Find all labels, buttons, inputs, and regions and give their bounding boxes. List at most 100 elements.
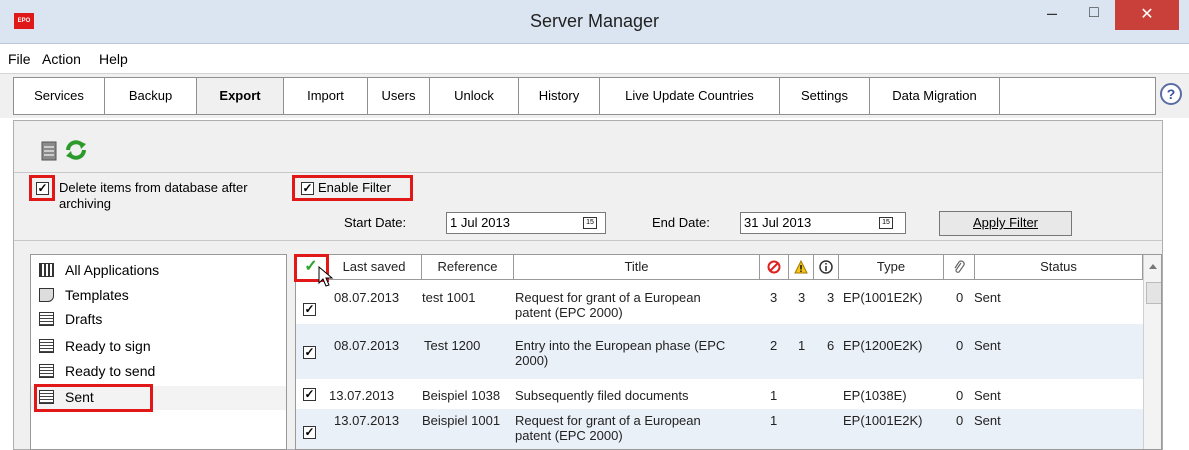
- status-cell: Sent: [974, 388, 1001, 403]
- table-row[interactable]: ✓ 08.07.2013 Test 1200 Entry into the Eu…: [296, 324, 1143, 379]
- title-cell: Request for grant of a European: [515, 290, 701, 305]
- database-icon[interactable]: [40, 140, 60, 162]
- errors-cell: 1: [770, 388, 778, 403]
- mouse-cursor: [318, 265, 334, 288]
- delete-items-checkbox[interactable]: ✓: [36, 182, 49, 195]
- apply-filter-button[interactable]: Apply Filter: [939, 211, 1072, 236]
- enable-filter-label: Enable Filter: [318, 180, 391, 195]
- type-cell: EP(1038E): [843, 388, 907, 403]
- attachments-header[interactable]: [944, 255, 975, 280]
- folder-label: Ready to send: [65, 363, 156, 379]
- tab-unlock[interactable]: Unlock: [430, 78, 519, 114]
- tab-import[interactable]: Import: [284, 78, 368, 114]
- tab-live-update-countries[interactable]: Live Update Countries: [600, 78, 780, 114]
- reference-cell: Test 1200: [424, 338, 481, 353]
- divider: [14, 172, 1162, 173]
- attachments-cell: 0: [956, 290, 964, 305]
- status-cell: Sent: [974, 413, 1001, 428]
- attachments-cell: 0: [956, 413, 964, 428]
- menu-bar: File Action Help: [0, 44, 1189, 74]
- table-row[interactable]: ✓ 13.07.2013 Beispiel 1038 Subsequently …: [296, 383, 1143, 409]
- tab-services[interactable]: Services: [14, 78, 105, 114]
- table-row[interactable]: ✓ 08.07.2013 test 1001 Request for grant…: [296, 281, 1143, 324]
- title-bar: EPO Server Manager – □ ✕: [0, 0, 1189, 44]
- folder-ready-to-send[interactable]: Ready to send: [31, 360, 286, 384]
- info-icon: [819, 260, 833, 274]
- title-cell: Request for grant of a European: [515, 413, 701, 428]
- errors-cell: 3: [770, 290, 778, 305]
- table-scrollbar[interactable]: [1143, 255, 1161, 449]
- tab-bar: Services Backup Export Import Users Unlo…: [0, 74, 1189, 118]
- help-icon[interactable]: ?: [1160, 83, 1182, 105]
- tab-settings[interactable]: Settings: [780, 78, 870, 114]
- status-header[interactable]: Status: [975, 255, 1143, 280]
- title-cell-continued: 2000): [515, 353, 549, 368]
- all-applications-icon: [39, 263, 54, 277]
- window-title: Server Manager: [529, 11, 660, 31]
- info-header[interactable]: [814, 255, 839, 280]
- refresh-icon[interactable]: [64, 138, 88, 162]
- menu-action[interactable]: Action: [42, 51, 81, 67]
- tab-export[interactable]: Export: [197, 78, 284, 114]
- row-checkbox[interactable]: ✓: [303, 346, 316, 359]
- apply-filter-label: Apply Filter: [972, 215, 1039, 230]
- warning-icon: [794, 259, 808, 274]
- folder-list: All Applications Templates Drafts Ready …: [30, 254, 287, 450]
- folder-ready-to-sign[interactable]: Ready to sign: [31, 335, 286, 359]
- last-saved-cell: 13.07.2013: [334, 413, 400, 428]
- last-saved-cell: 08.07.2013: [334, 338, 400, 353]
- menu-file[interactable]: File: [8, 51, 31, 67]
- end-date-label: End Date:: [652, 215, 710, 230]
- folder-label: Drafts: [65, 311, 103, 327]
- attachments-cell: 0: [956, 338, 964, 353]
- row-checkbox[interactable]: ✓: [303, 303, 316, 316]
- maximize-button[interactable]: □: [1074, 0, 1114, 30]
- tab-strip: Services Backup Export Import Users Unlo…: [13, 77, 1156, 115]
- warnings-header[interactable]: [789, 255, 814, 280]
- tab-history[interactable]: History: [519, 78, 600, 114]
- start-date-input[interactable]: 1 Jul 2013: [446, 212, 606, 234]
- type-header[interactable]: Type: [839, 255, 944, 280]
- tab-users[interactable]: Users: [368, 78, 430, 114]
- errors-cell: 2: [770, 338, 778, 353]
- ready-to-sign-icon: [39, 339, 54, 353]
- reference-header[interactable]: Reference: [422, 255, 514, 280]
- folder-label: Templates: [65, 287, 129, 303]
- highlight-box: [34, 384, 153, 412]
- templates-icon: [39, 288, 54, 302]
- row-checkbox[interactable]: ✓: [303, 426, 316, 439]
- calendar-icon[interactable]: 15: [879, 217, 893, 229]
- table-row[interactable]: ✓ 13.07.2013 Beispiel 1001 Request for g…: [296, 409, 1143, 449]
- reference-cell: Beispiel 1038: [422, 388, 501, 403]
- type-cell: EP(1001E2K): [843, 413, 923, 428]
- folder-templates[interactable]: Templates: [31, 284, 286, 308]
- tab-backup[interactable]: Backup: [105, 78, 197, 114]
- info-cell: 3: [827, 290, 835, 305]
- close-button[interactable]: ✕: [1115, 0, 1179, 30]
- divider: [14, 240, 1162, 241]
- menu-help[interactable]: Help: [99, 51, 128, 67]
- reference-cell: Beispiel 1001: [422, 413, 501, 428]
- title-cell: Entry into the European phase (EPC: [515, 338, 726, 353]
- minimize-button[interactable]: –: [1032, 0, 1072, 30]
- title-header[interactable]: Title: [514, 255, 760, 280]
- tab-data-migration[interactable]: Data Migration: [870, 78, 1000, 114]
- calendar-icon[interactable]: 15: [583, 217, 597, 229]
- enable-filter-checkbox[interactable]: ✓: [301, 182, 314, 195]
- folder-label: Ready to sign: [65, 338, 151, 354]
- row-checkbox[interactable]: ✓: [303, 388, 316, 401]
- warnings-cell: 1: [798, 338, 806, 353]
- last-saved-cell: 08.07.2013: [334, 290, 400, 305]
- folder-drafts[interactable]: Drafts: [31, 308, 286, 332]
- scroll-up-icon[interactable]: [1149, 264, 1157, 269]
- type-cell: EP(1200E2K): [843, 338, 923, 353]
- last-saved-header[interactable]: Last saved: [327, 255, 422, 280]
- status-cell: Sent: [974, 338, 1001, 353]
- errors-header[interactable]: [760, 255, 789, 280]
- folder-all-applications[interactable]: All Applications: [31, 259, 286, 283]
- scroll-thumb[interactable]: [1146, 282, 1161, 304]
- type-cell: EP(1001E2K): [843, 290, 923, 305]
- status-cell: Sent: [974, 290, 1001, 305]
- folder-label: All Applications: [65, 262, 160, 278]
- last-saved-cell: 13.07.2013: [329, 388, 395, 403]
